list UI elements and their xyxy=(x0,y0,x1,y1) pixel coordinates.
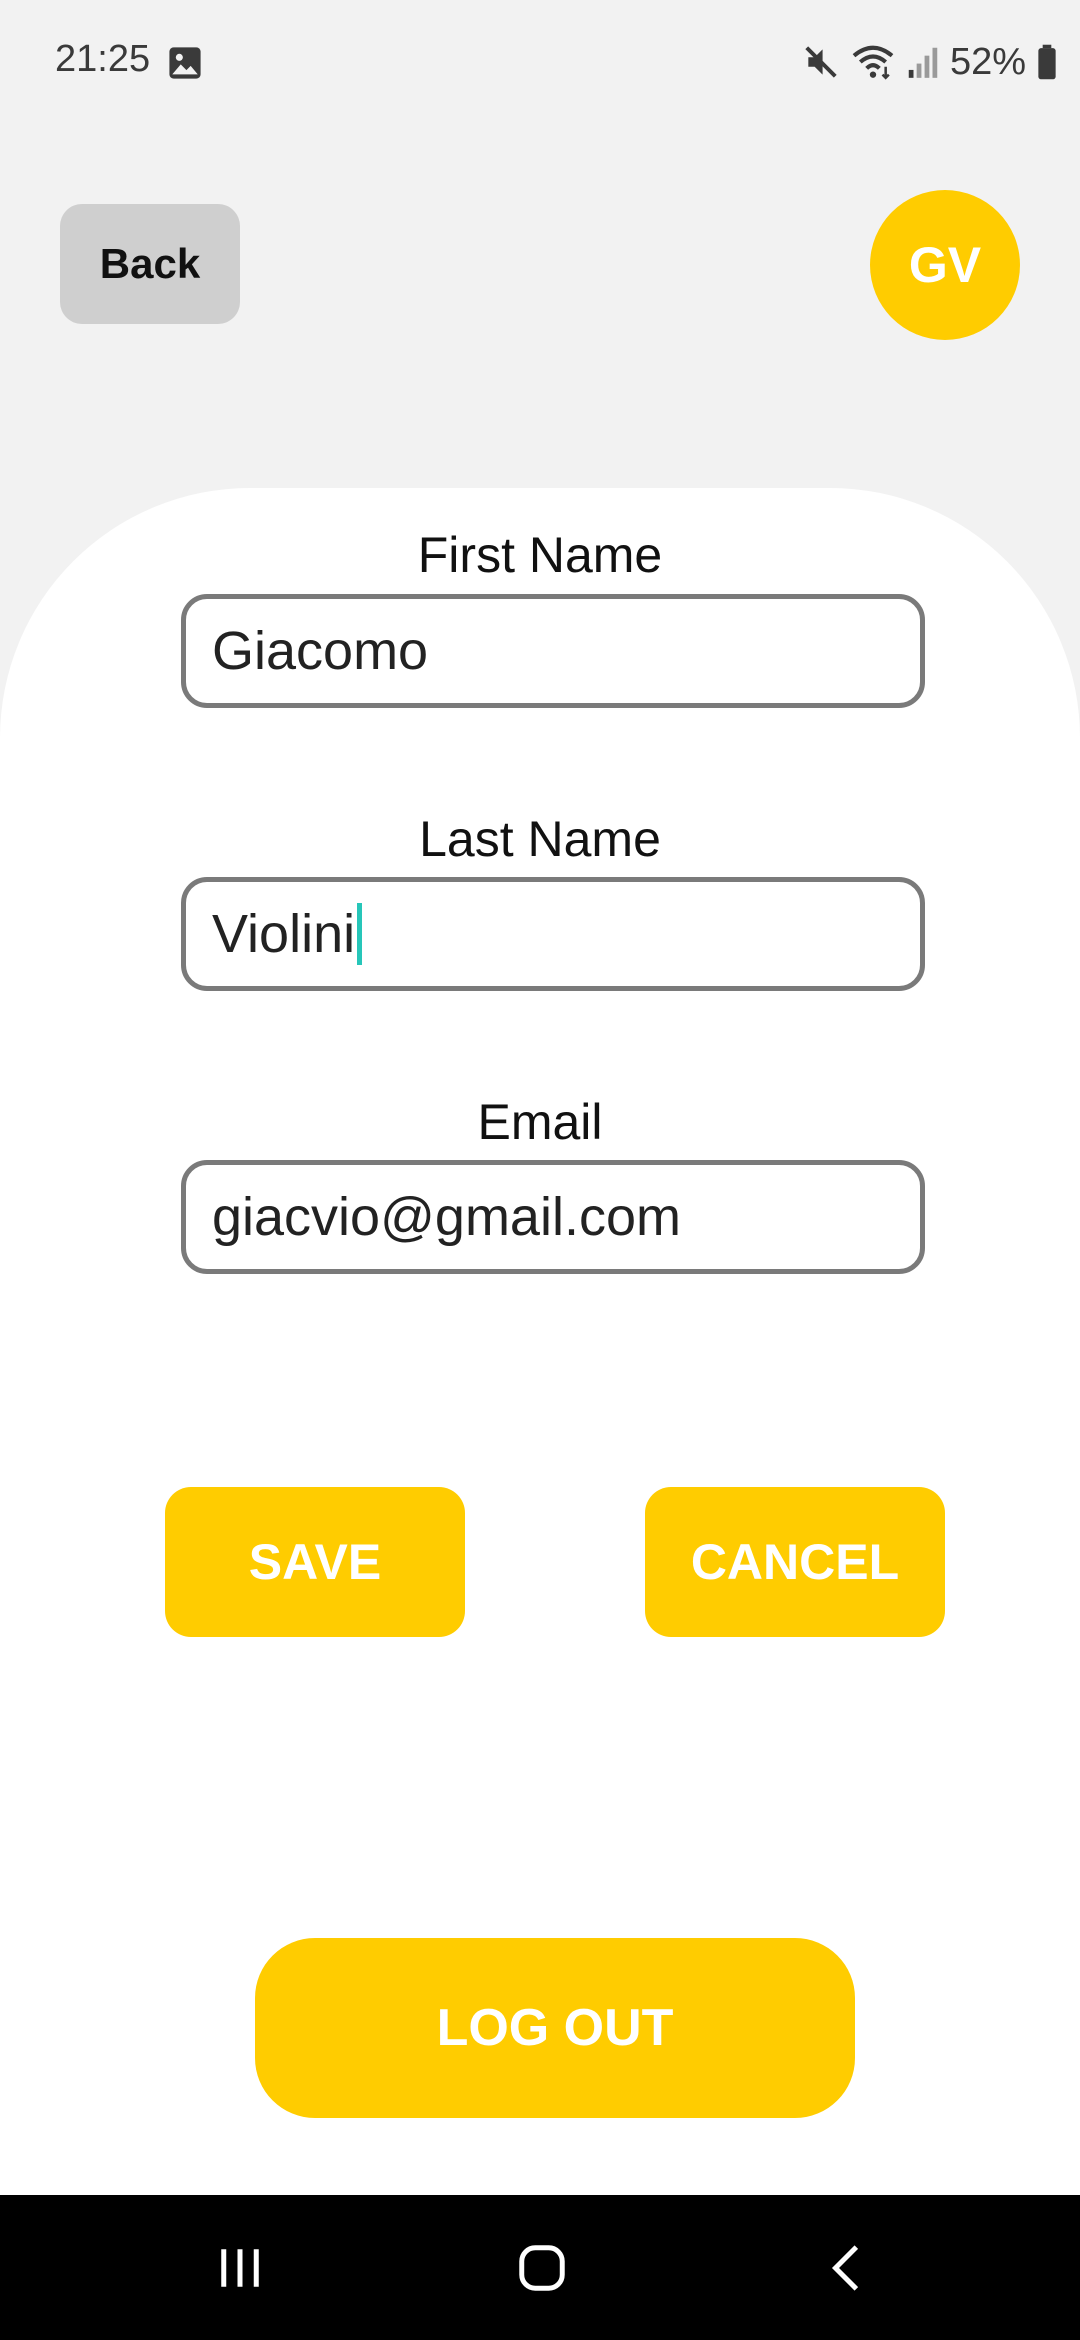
last-name-field[interactable]: Violini xyxy=(181,877,925,991)
recents-icon xyxy=(221,2248,259,2287)
navigation-bar xyxy=(0,2195,1080,2340)
status-bar: 21:25 52% xyxy=(0,0,1080,128)
mute-icon xyxy=(805,46,837,78)
first-name-value: Giacomo xyxy=(212,621,429,681)
wifi-icon xyxy=(852,45,894,80)
last-name-label: Last Name xyxy=(419,811,661,867)
system-back-button[interactable] xyxy=(748,2195,948,2340)
battery-icon xyxy=(1038,44,1056,80)
signal-icon xyxy=(908,47,938,78)
first-name-label: First Name xyxy=(417,527,663,583)
home-icon xyxy=(519,2244,565,2291)
gallery-icon xyxy=(169,47,201,79)
recents-button[interactable] xyxy=(140,2195,340,2340)
back-button[interactable]: Back xyxy=(60,204,240,324)
avatar[interactable]: GV xyxy=(870,190,1020,340)
text-cursor xyxy=(357,903,363,965)
logout-button[interactable]: LOG OUT xyxy=(255,1938,855,2118)
back-nav-icon xyxy=(831,2244,859,2291)
battery-percent: 52% xyxy=(949,40,1026,83)
save-button[interactable]: SAVE xyxy=(165,1487,465,1637)
last-name-value: Violini xyxy=(212,904,356,964)
first-name-field[interactable]: Giacomo xyxy=(181,594,925,708)
email-value: giacvio@gmail.com xyxy=(212,1187,681,1247)
home-button[interactable] xyxy=(442,2195,642,2340)
email-label: Email xyxy=(477,1094,603,1150)
cancel-button[interactable]: CANCEL xyxy=(645,1487,945,1637)
status-icons: 52% xyxy=(802,38,1058,86)
status-time: 21:25 xyxy=(55,38,151,80)
email-field[interactable]: giacvio@gmail.com xyxy=(181,1160,925,1274)
